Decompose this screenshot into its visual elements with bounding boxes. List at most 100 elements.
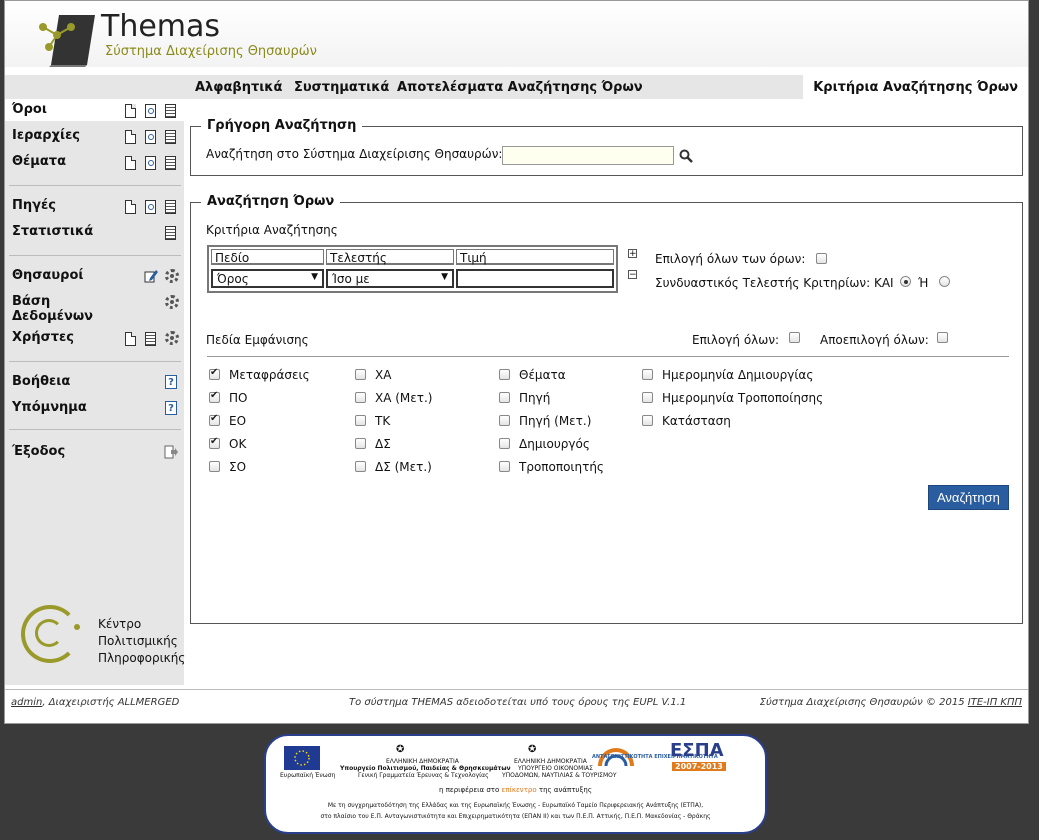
field-select[interactable]: Όρος ▼ (211, 269, 324, 288)
gear-icon[interactable] (165, 295, 179, 309)
new-document-icon[interactable] (125, 200, 136, 214)
app-title: Themas (101, 9, 221, 44)
field-checkbox[interactable] (499, 438, 510, 449)
list-icon[interactable] (165, 130, 176, 144)
gear-icon[interactable] (165, 269, 179, 283)
list-icon[interactable] (165, 104, 176, 118)
sidebar-item-themes[interactable]: Θέματα (5, 151, 184, 173)
user-link[interactable]: admin (11, 697, 42, 708)
search-icon[interactable] (679, 149, 693, 163)
field-checkbox-label: ΔΣ (Μετ.) (375, 460, 432, 474)
field-checkbox[interactable] (355, 392, 366, 403)
field-checkbox[interactable] (355, 461, 366, 472)
list-icon[interactable] (145, 332, 156, 346)
quick-search-input[interactable] (502, 146, 674, 165)
sidebar-item-label: Θέματα (12, 154, 67, 169)
new-document-icon[interactable] (125, 130, 136, 144)
sidebar-item-database[interactable]: Βάση Δεδομένων (5, 291, 184, 325)
kepp-logo-text: Κέντρο Πολιτισμικής Πληροφορικής (98, 617, 186, 665)
espa-title: ΕΣΠΑ (670, 740, 724, 761)
tagline-pre: η περιφέρεια στο (439, 786, 502, 794)
field-checkbox[interactable] (642, 369, 653, 380)
exit-icon[interactable] (164, 445, 178, 459)
new-document-icon[interactable] (125, 332, 136, 346)
field-checkbox[interactable] (209, 367, 220, 380)
sidebar-item-help[interactable]: Βοήθεια ? (5, 371, 184, 393)
field-checkbox[interactable] (355, 415, 366, 426)
select-all-label: Επιλογή όλων: (692, 333, 780, 347)
field-checkbox[interactable] (499, 392, 510, 403)
main-content: Γρήγορη Αναζήτηση Αναζήτηση στο Σύστημα … (189, 99, 1028, 685)
sidebar-item-label: Βοήθεια (12, 374, 71, 389)
sidebar-item-thesauri[interactable]: Θησαυροί (5, 265, 184, 287)
search-document-icon[interactable] (145, 156, 156, 170)
sidebar-item-legend[interactable]: Υπόμνημα ? (5, 397, 184, 419)
field-checkbox[interactable] (642, 415, 653, 426)
sidebar-item-terms[interactable]: Όροι (5, 99, 184, 121)
sidebar-item-users[interactable]: Χρήστες (5, 327, 184, 349)
help-icon[interactable]: ? (165, 375, 177, 389)
field-checkbox[interactable] (209, 436, 220, 449)
field-checkbox-label: Μεταφράσεις (229, 368, 310, 382)
field-checkbox-label: Κατάσταση (662, 414, 731, 428)
search-document-icon[interactable] (145, 104, 156, 118)
field-checkbox[interactable] (499, 415, 510, 426)
sidebar: Όροι Ιεραρχίες Θέματα Πηγές Στατιστικά Θ… (5, 99, 186, 685)
deselect-all-checkbox[interactable] (937, 332, 948, 343)
field-checkbox-label: Πηγή (Μετ.) (519, 414, 592, 428)
user-role: , Διαχειριστής ALLMERGED (42, 697, 180, 708)
field-checkbox[interactable] (209, 413, 220, 426)
themas-book-icon (39, 15, 95, 67)
remove-criterion-icon[interactable]: − (628, 270, 637, 280)
or-radio[interactable] (939, 276, 950, 287)
eu-flag-icon (284, 746, 320, 770)
field-checkbox-label: Ημερομηνία Δημιουργίας (662, 368, 814, 382)
field-checkbox[interactable] (355, 438, 366, 449)
new-document-icon[interactable] (125, 104, 136, 118)
field-checkbox[interactable] (499, 369, 510, 380)
list-icon[interactable] (165, 200, 176, 214)
display-fields-label: Πεδία Εμφάνισης (206, 333, 309, 347)
search-document-icon[interactable] (145, 130, 156, 144)
select-all-terms-checkbox[interactable] (816, 253, 827, 264)
select-all-checkbox[interactable] (789, 332, 800, 343)
field-checkbox[interactable] (209, 461, 220, 472)
quick-search-legend: Γρήγορη Αναζήτηση (201, 118, 363, 133)
field-checkbox[interactable] (355, 369, 366, 380)
sidebar-item-label: Έξοδος (12, 444, 66, 459)
tab-systematic[interactable]: Συστηματικά (294, 80, 389, 95)
edit-icon[interactable] (144, 269, 158, 283)
value-input[interactable] (456, 269, 614, 288)
kepp-logo-dot (74, 624, 80, 630)
sidebar-item-hierarchies[interactable]: Ιεραρχίες (5, 125, 184, 147)
search-button[interactable]: Αναζήτηση (928, 485, 1009, 510)
app-subtitle: Σύστημα Διαχείρισης Θησαυρών (105, 44, 317, 59)
list-icon[interactable] (165, 226, 176, 240)
fields-divider (207, 356, 1009, 357)
field-checkbox[interactable] (209, 390, 220, 403)
gear-icon[interactable] (165, 331, 179, 345)
footer-license: Το σύστημα THEMAS αδειοδοτείται υπό τους… (349, 697, 687, 708)
tab-search-results[interactable]: Αποτελέσματα Αναζήτησης Όρων (397, 80, 643, 95)
list-icon[interactable] (165, 156, 176, 170)
sidebar-item-label: Θησαυροί (12, 268, 84, 283)
field-checkbox[interactable] (499, 461, 510, 472)
operator-select[interactable]: Ίσο με ▼ (326, 269, 454, 288)
tab-alphabetical[interactable]: Αλφαβητικά (195, 80, 282, 95)
help-icon[interactable]: ? (165, 401, 177, 415)
term-search-legend: Αναζήτηση Όρων (201, 194, 341, 209)
field-checkbox[interactable] (642, 392, 653, 403)
tab-search-criteria[interactable]: Κριτήρια Αναζήτησης Όρων (803, 75, 1028, 99)
field-checkbox-label: ΠΟ (229, 391, 248, 405)
sidebar-item-exit[interactable]: Έξοδος (5, 441, 184, 463)
ministry2-line1: ΕΛΛΗΝΙΚΗ ΔΗΜΟΚΡΑΤΙΑ (514, 758, 587, 765)
and-radio[interactable] (900, 276, 911, 287)
sidebar-item-statistics[interactable]: Στατιστικά (5, 221, 184, 243)
search-document-icon[interactable] (145, 200, 156, 214)
sidebar-item-sources[interactable]: Πηγές (5, 195, 184, 217)
copyright-link[interactable]: ΙΤΕ-ΙΠ ΚΠΠ (968, 697, 1022, 708)
new-document-icon[interactable] (125, 156, 136, 170)
sidebar-divider (9, 429, 181, 430)
add-criterion-icon[interactable]: + (628, 249, 637, 259)
or-label: Ή (918, 276, 929, 290)
